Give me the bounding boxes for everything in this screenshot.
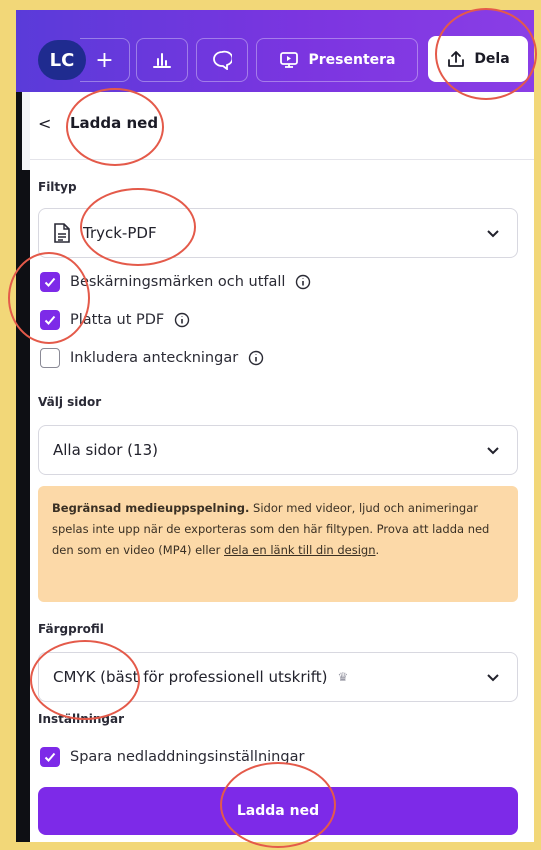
info-icon[interactable]: [295, 274, 311, 290]
comment-button[interactable]: [196, 38, 248, 82]
panel-title: Ladda ned: [70, 114, 159, 132]
include-notes-checkbox[interactable]: Inkludera anteckningar: [40, 346, 264, 370]
save-settings-checkbox[interactable]: Spara nedladdningsinställningar: [40, 745, 304, 769]
plus-icon: +: [95, 47, 114, 73]
add-collaborator-button[interactable]: +: [80, 38, 130, 82]
pages-label: Välj sidor: [38, 395, 102, 409]
present-icon: [279, 52, 298, 68]
check-icon: [40, 747, 60, 767]
chevron-down-icon: [487, 230, 499, 238]
info-icon[interactable]: [248, 350, 264, 366]
crop-marks-label: Beskärningsmärken och utfall: [70, 274, 286, 290]
share-link[interactable]: dela en länk till din design: [224, 543, 375, 557]
flatten-pdf-checkbox[interactable]: Platta ut PDF: [40, 308, 190, 332]
crop-marks-checkbox[interactable]: Beskärningsmärken och utfall: [40, 270, 311, 294]
present-button[interactable]: Presentera: [256, 38, 418, 82]
canvas-edge: [16, 92, 30, 842]
save-settings-label: Spara nedladdningsinställningar: [70, 749, 305, 765]
notice-title: Begränsad medieuppspelning.: [52, 501, 250, 515]
media-playback-notice: Begränsad medieuppspelning. Sidor med vi…: [38, 486, 518, 602]
crown-icon: ♛: [337, 670, 349, 684]
share-upload-icon: [448, 51, 465, 67]
share-button[interactable]: Dela: [428, 36, 528, 82]
pages-select[interactable]: Alla sidor (13): [38, 425, 518, 475]
back-chevron-icon[interactable]: <: [38, 108, 54, 138]
settings-label: Inställningar: [38, 712, 125, 726]
check-icon: [40, 272, 60, 292]
include-notes-label: Inkludera anteckningar: [70, 350, 239, 366]
filetype-value: Tryck-PDF: [83, 224, 157, 242]
info-icon[interactable]: [174, 312, 190, 328]
checkbox-empty: [40, 348, 60, 368]
flatten-pdf-label: Platta ut PDF: [70, 312, 165, 328]
color-profile-value: CMYK (bäst för professionell utskrift): [53, 668, 328, 686]
color-profile-label: Färgprofil: [38, 622, 104, 636]
pages-value: Alla sidor (13): [53, 441, 158, 459]
canvas-edge-accent: [22, 92, 30, 170]
pdf-file-icon: [54, 223, 70, 243]
chevron-down-icon: [487, 674, 499, 682]
check-icon: [40, 310, 60, 330]
comment-icon: [213, 50, 232, 70]
insights-button[interactable]: [136, 38, 188, 82]
user-avatar[interactable]: LC: [38, 40, 86, 80]
notice-end: .: [375, 543, 380, 557]
share-label: Dela: [474, 51, 510, 67]
present-label: Presentera: [308, 52, 396, 68]
filetype-select[interactable]: Tryck-PDF: [38, 208, 518, 258]
download-button[interactable]: Ladda ned: [38, 787, 518, 835]
filetype-label: Filtyp: [38, 180, 77, 194]
chevron-down-icon: [487, 447, 499, 455]
chart-icon: [153, 53, 171, 68]
color-profile-select[interactable]: CMYK (bäst för professionell utskrift) ♛: [38, 652, 518, 702]
